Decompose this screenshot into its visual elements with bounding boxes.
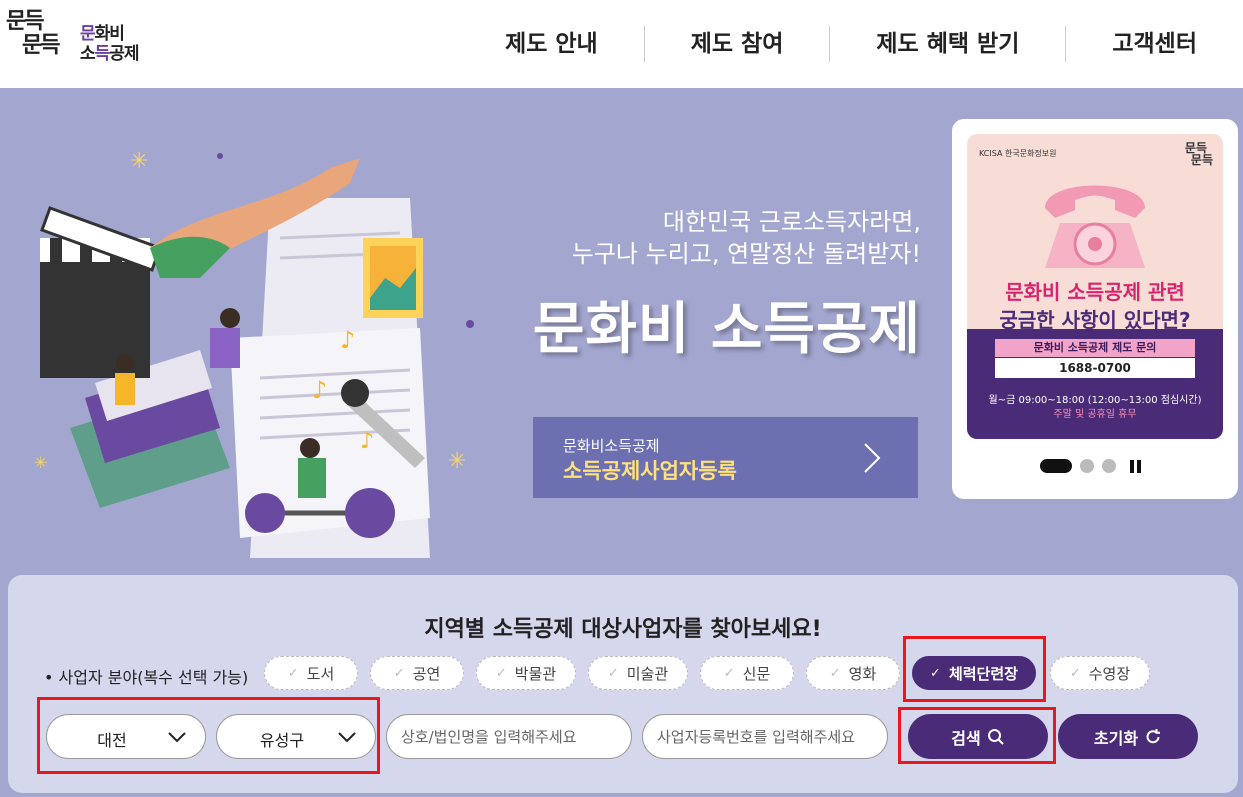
- chevron-down-icon: [168, 732, 186, 743]
- search-icon: [987, 728, 1004, 745]
- svg-text:✳: ✳: [130, 149, 148, 174]
- category-chip-art-gallery[interactable]: ✓ 미술관: [588, 656, 688, 690]
- business-hours: 월~금 09:00~18:00 (12:00~13:00 점심시간): [988, 395, 1202, 406]
- logo-mark: 문득 문득: [6, 9, 61, 58]
- site-logo[interactable]: 문득 문득 문화비 소득공제: [6, 10, 146, 76]
- refresh-icon: [1146, 728, 1161, 743]
- phone-number: 1688-0700: [995, 358, 1195, 378]
- category-chip-books[interactable]: ✓ 도서: [264, 656, 358, 690]
- business-number-input[interactable]: [642, 714, 888, 759]
- svg-text:✳: ✳: [448, 449, 466, 474]
- check-icon: ✓: [607, 665, 619, 681]
- nav-system-guide[interactable]: 제도 안내: [459, 26, 644, 62]
- district-select[interactable]: 유성구: [216, 714, 376, 759]
- carousel-dot-3[interactable]: [1102, 459, 1116, 473]
- check-icon: ✓: [1069, 665, 1081, 681]
- region-select[interactable]: 대전: [46, 714, 206, 759]
- category-chip-swimming-pool[interactable]: ✓ 수영장: [1050, 656, 1150, 690]
- search-button[interactable]: 검색: [908, 714, 1048, 759]
- nav-customer-center[interactable]: 고객센터: [1065, 26, 1243, 62]
- check-icon: ✓: [723, 665, 735, 681]
- carousel-dot-2[interactable]: [1080, 459, 1094, 473]
- check-icon: ✓: [393, 665, 405, 681]
- check-icon: ✓: [495, 665, 507, 681]
- hero-section: ♪ ♪ ♪ ✳ ✳ ✳ 대한민국 근로소득자라면, 누구나 누리고, 연말정산 …: [0, 88, 1243, 588]
- chevron-down-icon: [338, 732, 356, 743]
- category-chip-fitness[interactable]: ✓ 체력단련장: [912, 656, 1036, 690]
- check-icon: ✓: [829, 665, 841, 681]
- banner-heading-1: 문화비 소득공제 관련: [1005, 280, 1185, 304]
- main-nav: 제도 안내 제도 참여 제도 혜택 받기 고객센터: [459, 0, 1243, 88]
- notice-banner-card: KCISA 한국문화정보원 문득 문득 문화비 소득공제 관련 궁금한 사항이 있…: [952, 119, 1238, 499]
- business-register-button[interactable]: 문화비소득공제 소득공제사업자등록: [533, 417, 918, 498]
- category-chip-performance[interactable]: ✓ 공연: [370, 656, 464, 690]
- svg-text:✳: ✳: [34, 453, 47, 472]
- logo-text: 문화비 소득공제: [80, 24, 140, 64]
- chevron-right-icon: [864, 443, 881, 473]
- hero-tagline: 대한민국 근로소득자라면, 누구나 누리고, 연말정산 돌려받자!: [571, 208, 921, 268]
- svg-text:♪: ♪: [360, 429, 374, 454]
- carousel-dot-1[interactable]: [1040, 459, 1072, 473]
- banner-logo: 문득 문득: [1184, 141, 1213, 167]
- search-title: 지역별 소득공제 대상사업자를 찾아보세요!: [424, 617, 822, 642]
- category-chip-movie[interactable]: ✓ 영화: [806, 656, 900, 690]
- business-search-panel: 지역별 소득공제 대상사업자를 찾아보세요! • 사업자 분야(복수 선택 가능…: [8, 575, 1238, 793]
- holiday-notice: 주말 및 공휴일 휴무: [1053, 409, 1137, 420]
- inquiry-label: 문화비 소득공제 제도 문의: [995, 339, 1195, 357]
- svg-text:♪: ♪: [312, 376, 327, 404]
- check-icon: ✓: [930, 665, 941, 681]
- kcisa-logo: KCISA 한국문화정보원: [979, 149, 1057, 158]
- reset-button[interactable]: 초기화: [1058, 714, 1198, 759]
- hero-illustration: ♪ ♪ ♪ ✳ ✳ ✳: [34, 149, 474, 558]
- svg-text:♪: ♪: [340, 326, 355, 354]
- hero-title: 문화비 소득공제: [532, 297, 921, 362]
- inquiry-banner[interactable]: KCISA 한국문화정보원 문득 문득 문화비 소득공제 관련 궁금한 사항이 있…: [967, 134, 1223, 439]
- telephone-icon: [1045, 185, 1145, 268]
- nav-system-join[interactable]: 제도 참여: [643, 26, 830, 62]
- business-name-input[interactable]: [386, 714, 632, 759]
- category-label: • 사업자 분야(복수 선택 가능): [44, 668, 249, 687]
- check-icon: ✓: [287, 665, 299, 681]
- pause-icon[interactable]: [1130, 459, 1141, 473]
- nav-system-benefit[interactable]: 제도 혜택 받기: [829, 26, 1065, 62]
- site-header: 문득 문득 문화비 소득공제 제도 안내 제도 참여 제도 혜택 받기 고객센터: [0, 0, 1243, 88]
- category-chip-newspaper[interactable]: ✓ 신문: [700, 656, 794, 690]
- banner-contact-box: 문화비 소득공제 제도 문의 1688-0700 월~금 09:00~18:00…: [967, 329, 1223, 439]
- category-chip-museum[interactable]: ✓ 박물관: [476, 656, 576, 690]
- carousel-controls: [1040, 459, 1141, 473]
